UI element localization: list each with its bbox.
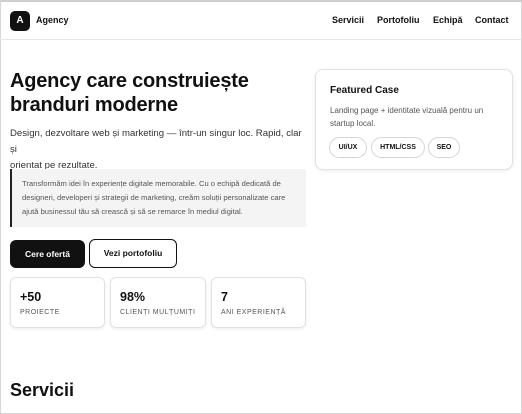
hero-subtitle-line: Design, dezvoltare web și marketing — în… <box>10 128 302 155</box>
featured-case-title: Featured Case <box>330 85 399 96</box>
intro-quote-line: ajută businessul tău să crească și să se… <box>22 207 243 216</box>
tag-ui-ux: UI/UX <box>329 137 367 158</box>
hero-title-line: Agency care construiește <box>10 70 249 92</box>
stat-card-projects: +50 PROIECTE <box>10 277 105 328</box>
intro-quote: Transformăm idei în experiențe digitale … <box>10 169 306 227</box>
logo-icon[interactable]: A <box>10 11 30 31</box>
nav-link-echipa[interactable]: Echipă <box>433 15 463 25</box>
nav-link-portofoliu[interactable]: Portofoliu <box>377 15 420 25</box>
intro-quote-line: Transformăm idei în experiențe digitale … <box>22 179 281 188</box>
stat-label: PROIECTE <box>20 309 60 316</box>
intro-quote-line: designeri, developeri și strategii de ma… <box>22 193 286 202</box>
stat-value: +50 <box>20 290 42 304</box>
featured-case-description-line: startup local. <box>330 119 376 128</box>
stat-card-experience: 7 ANI EXPERIENȚĂ <box>211 277 306 328</box>
stat-card-clients: 98% CLIENȚI MULȚUMIȚI <box>110 277 206 328</box>
services-section-title: Servicii <box>10 380 75 400</box>
featured-case-card: Featured Case Landing page + identitate … <box>315 69 513 170</box>
nav-link-servicii[interactable]: Servicii <box>332 15 364 25</box>
request-offer-button[interactable]: Cere ofertă <box>10 240 85 268</box>
site-header: A Agency Servicii Portofoliu Echipă Cont… <box>0 2 522 40</box>
view-portfolio-button[interactable]: Vezi portofoliu <box>89 239 177 268</box>
tag-seo: SEO <box>428 137 460 158</box>
brand-name[interactable]: Agency <box>36 15 69 25</box>
featured-case-description-line: Landing page + identitate vizuală pentru… <box>330 106 484 115</box>
stat-label: ANI EXPERIENȚĂ <box>221 309 286 316</box>
hero-title-line: branduri moderne <box>10 94 178 116</box>
stat-label: CLIENȚI MULȚUMIȚI <box>120 309 196 316</box>
stat-value: 7 <box>221 290 228 304</box>
nav-link-contact[interactable]: Contact <box>475 15 509 25</box>
hero-title: Agency care construiește branduri modern… <box>10 69 300 117</box>
hero-subtitle: Design, dezvoltare web și marketing — în… <box>10 126 306 174</box>
stat-value: 98% <box>120 290 146 304</box>
featured-case-description: Landing page + identitate vizuală pentru… <box>330 104 505 130</box>
tag-html-css: HTML/CSS <box>371 137 425 158</box>
